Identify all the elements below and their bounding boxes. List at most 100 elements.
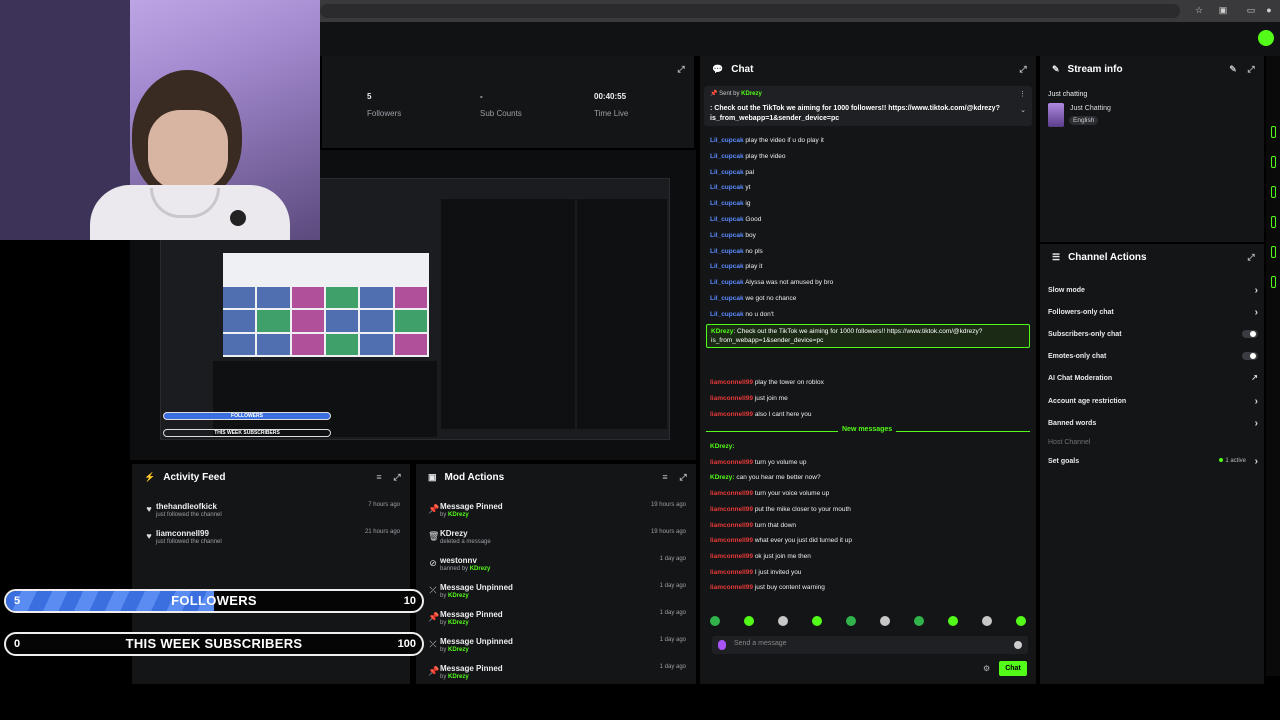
mod-action-row: 📌 Message Pinned by KDrezy 19 hours ago: [416, 500, 696, 527]
mod-action-title[interactable]: KDrezy: [440, 529, 468, 538]
mod-action-row: 📌 Message Pinned by KDrezy 1 day ago: [416, 608, 696, 635]
emote-icon[interactable]: [812, 616, 822, 626]
feed-username[interactable]: thehandleofkick: [156, 502, 217, 511]
emoji-icon[interactable]: [1014, 641, 1022, 649]
chat-text: play the tower on roblox: [754, 379, 824, 386]
popout-icon[interactable]: ⤢: [1018, 64, 1028, 74]
toggle-switch[interactable]: [1242, 352, 1258, 360]
chevron-down-icon[interactable]: ⌄: [1020, 106, 1026, 114]
chat-username[interactable]: KDrezy:: [710, 443, 735, 450]
expand-icon[interactable]: ⤢: [1246, 252, 1256, 262]
emote-icon[interactable]: [948, 616, 958, 626]
chat-input[interactable]: Send a message: [712, 636, 1028, 654]
mod-action-title[interactable]: westonnv: [440, 556, 477, 565]
chat-username[interactable]: Lil_cupcak: [710, 311, 744, 318]
dock-icon[interactable]: [1271, 246, 1276, 258]
action-set-goals[interactable]: Set goals 1 active ›: [1048, 456, 1258, 467]
mod-action-user[interactable]: KDrezy: [448, 620, 469, 626]
action-account-age[interactable]: Account age restriction ›: [1048, 396, 1258, 407]
dock-icon[interactable]: [1271, 126, 1276, 138]
chat-bubble-icon: 💬: [712, 63, 724, 74]
toggle-switch[interactable]: [1242, 330, 1258, 338]
right-dock: [1266, 56, 1280, 676]
dock-icon[interactable]: [1271, 276, 1276, 288]
emote-icon[interactable]: [846, 616, 856, 626]
panel-title: Chat: [731, 63, 754, 75]
chat-username[interactable]: KDrezy:: [710, 474, 735, 481]
expand-icon[interactable]: ⤢: [392, 472, 402, 482]
star-icon[interactable]: ☆: [1194, 5, 1204, 15]
dock-icon[interactable]: [1271, 186, 1276, 198]
chat-username[interactable]: liamconnell99: [710, 379, 753, 386]
chat-username[interactable]: Lil_cupcak: [710, 263, 744, 270]
goal-label: FOLLOWERS: [171, 593, 257, 608]
chat-username[interactable]: Lil_cupcak: [710, 200, 744, 207]
chat-username[interactable]: KDrezy: [711, 328, 733, 335]
chat-username[interactable]: liamconnell99: [710, 584, 753, 591]
pinned-sender[interactable]: KDrezy: [741, 91, 762, 97]
address-bar[interactable]: [320, 4, 1180, 18]
edit-icon[interactable]: ✎: [1228, 64, 1238, 74]
chat-message: Lil_cupcak Alyssa was not amused by bro: [710, 279, 833, 286]
expand-icon[interactable]: ⤢: [676, 64, 686, 74]
feed-username[interactable]: liamconnell99: [156, 529, 209, 538]
avatar[interactable]: [1258, 30, 1274, 46]
chat-username[interactable]: Lil_cupcak: [710, 279, 744, 286]
chat-username[interactable]: Lil_cupcak: [710, 295, 744, 302]
shield-icon: ▣: [428, 471, 437, 482]
chat-username[interactable]: liamconnell99: [710, 459, 753, 466]
mod-action-title: Message Unpinned: [440, 637, 513, 646]
mod-action-user[interactable]: KDrezy: [448, 647, 469, 653]
chat-username[interactable]: liamconnell99: [710, 506, 753, 513]
mod-action-time: 1 day ago: [659, 556, 686, 562]
chat-username[interactable]: Lil_cupcak: [710, 248, 744, 255]
emote-icon[interactable]: [982, 616, 992, 626]
action-ai-moderation[interactable]: AI Chat Moderation ↗: [1048, 373, 1258, 382]
chat-message: Lil_cupcak play the video: [710, 153, 786, 160]
emote-icon[interactable]: [914, 616, 924, 626]
action-slow-mode[interactable]: Slow mode ›: [1048, 285, 1258, 296]
profile-icon[interactable]: ●: [1264, 5, 1274, 15]
pinned-message[interactable]: 📌 Sent by KDrezy ⋮ ⌄ : Check out the Tik…: [704, 86, 1032, 126]
chat-username[interactable]: Lil_cupcak: [710, 169, 744, 176]
action-banned-words[interactable]: Banned words ›: [1048, 418, 1258, 429]
chat-username[interactable]: liamconnell99: [710, 411, 753, 418]
chat-username[interactable]: liamconnell99: [710, 395, 753, 402]
send-chat-button[interactable]: Chat: [999, 661, 1027, 676]
more-icon[interactable]: ⋮: [1019, 90, 1026, 98]
mod-action-user[interactable]: KDrezy: [448, 674, 469, 680]
mod-action-time: 1 day ago: [659, 637, 686, 643]
stream-category[interactable]: Just Chatting: [1070, 105, 1111, 112]
filter-icon[interactable]: ≡: [374, 472, 384, 482]
emote-icon[interactable]: [710, 616, 720, 626]
chat-username[interactable]: liamconnell99: [710, 553, 753, 560]
filter-icon[interactable]: ≡: [660, 472, 670, 482]
action-followers-only[interactable]: Followers-only chat ›: [1048, 307, 1258, 318]
gear-icon[interactable]: ⚙: [983, 664, 990, 673]
emote-icon[interactable]: [744, 616, 754, 626]
mod-action-user[interactable]: KDrezy: [448, 512, 469, 518]
chat-username[interactable]: liamconnell99: [710, 522, 753, 529]
chat-username[interactable]: Lil_cupcak: [710, 184, 744, 191]
window-icon[interactable]: ▭: [1246, 5, 1256, 15]
chat-username[interactable]: Lil_cupcak: [710, 232, 744, 239]
chat-username[interactable]: liamconnell99: [710, 569, 753, 576]
chat-username[interactable]: Lil_cupcak: [710, 137, 744, 144]
mod-action-user[interactable]: KDrezy: [470, 566, 491, 572]
chat-text: ig: [745, 200, 751, 208]
emote-icon[interactable]: [778, 616, 788, 626]
stat-subs: - Sub Counts: [480, 92, 522, 118]
extensions-icon[interactable]: ▣: [1218, 5, 1228, 15]
chat-username[interactable]: liamconnell99: [710, 537, 753, 544]
emote-icon[interactable]: [880, 616, 890, 626]
expand-icon[interactable]: ⤢: [1246, 64, 1256, 74]
expand-icon[interactable]: ⤢: [678, 472, 688, 482]
dock-icon[interactable]: [1271, 216, 1276, 228]
chat-username[interactable]: Lil_cupcak: [710, 216, 744, 223]
mod-action-user[interactable]: KDrezy: [448, 593, 469, 599]
emote-icon[interactable]: [1016, 616, 1026, 626]
chat-username[interactable]: Lil_cupcak: [710, 153, 744, 160]
highlighted-message[interactable]: KDrezy: Check out the TikTok we aiming f…: [706, 324, 1030, 348]
chat-username[interactable]: liamconnell99: [710, 490, 753, 497]
dock-icon[interactable]: [1271, 156, 1276, 168]
